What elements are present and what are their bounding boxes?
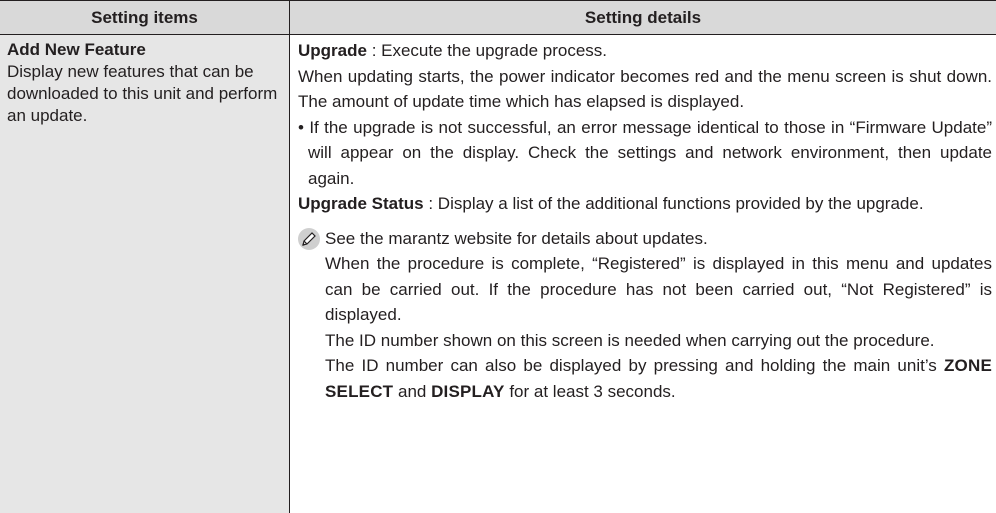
upgrade-line: Upgrade : Execute the upgrade process. [298, 38, 992, 64]
upgrade-description: : Execute the upgrade process. [366, 41, 608, 60]
column-divider [289, 0, 290, 513]
note-line-id-display: The ID number can also be displayed by p… [325, 353, 992, 404]
setting-details-cell: Upgrade : Execute the upgrade process. W… [290, 35, 996, 513]
item-description: Display new features that can be downloa… [7, 62, 278, 125]
note-block: See the marantz website for details abou… [298, 226, 992, 405]
pencil-icon [298, 227, 320, 250]
upgrade-status-line: Upgrade Status : Display a list of the a… [298, 191, 992, 217]
setting-item-cell: Add New Feature Display new features tha… [0, 35, 289, 513]
display-key: DISPLAY [431, 381, 505, 401]
column-header-setting-items: Setting items [91, 8, 198, 27]
note-line-id-number: The ID number shown on this screen is ne… [325, 330, 935, 350]
note-text: The ID number can also be displayed by p… [325, 356, 944, 375]
note-text-and: and [393, 381, 432, 401]
upgrade-status-description: : Display a list of the additional funct… [423, 194, 924, 213]
upgrade-status-label: Upgrade Status [298, 194, 424, 213]
upgrade-paragraph: When updating starts, the power indicato… [298, 66, 992, 112]
item-title: Add New Feature [7, 40, 146, 59]
column-header-setting-details: Setting details [584, 8, 702, 27]
note-line-registered: When the procedure is complete, “Registe… [325, 254, 992, 324]
settings-table: Setting items Setting details Add New Fe… [0, 0, 996, 513]
note-text-end: for at least 3 seconds. [504, 381, 676, 401]
upgrade-label: Upgrade [298, 41, 367, 60]
note-line-website: See the marantz website for details abou… [325, 228, 708, 248]
error-bullet: • If the upgrade is not successful, an e… [298, 117, 992, 188]
table-header: Setting items Setting details [0, 0, 996, 35]
